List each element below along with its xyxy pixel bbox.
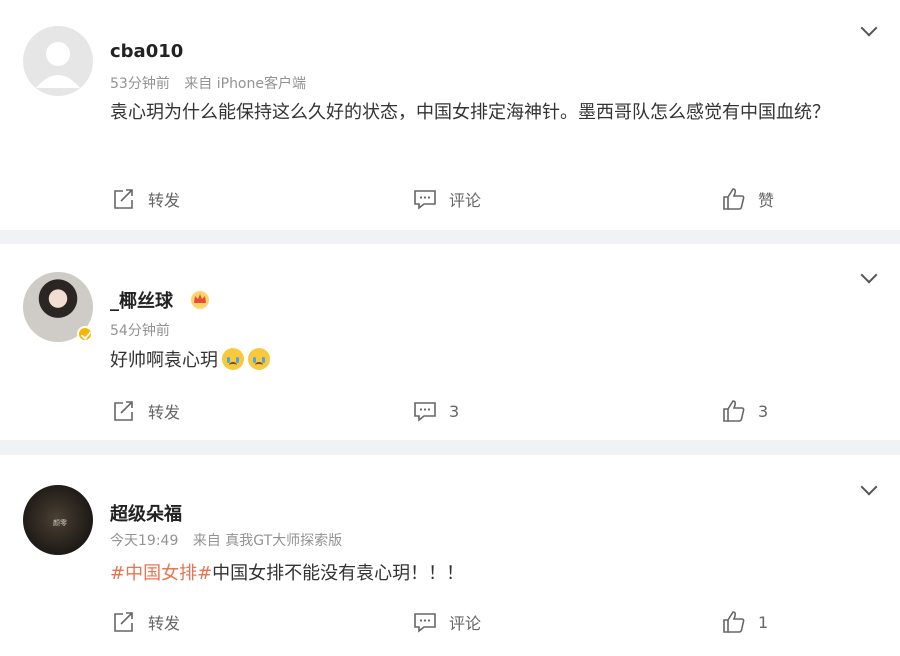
comment-card: cba010 53分钟前 来自 iPhone客户端 袁心玥为什么能保持这么久好的…: [0, 0, 900, 230]
action-bar: 转发 评论 1: [0, 607, 900, 637]
post-meta: 今天19:49 来自 真我GT大师探索版: [110, 530, 352, 550]
username[interactable]: 超级朵福: [110, 500, 182, 526]
comment-button[interactable]: 评论: [413, 184, 481, 214]
comment-button[interactable]: 评论: [413, 607, 481, 637]
comment-card: 颜零 超级朵福 今天19:49 来自 真我GT大师探索版 #中国女排#中国女排不…: [0, 455, 900, 656]
like-count: 1: [758, 612, 769, 632]
share-icon: [114, 189, 133, 209]
thumbs-up-icon: [723, 400, 745, 422]
hashtag-link[interactable]: #中国女排#: [110, 563, 212, 584]
avatar-text: 颜零: [53, 519, 67, 527]
forward-button[interactable]: 转发: [112, 607, 180, 637]
username[interactable]: _椰丝球: [110, 287, 173, 313]
crying-emoji-icon: [222, 348, 244, 370]
forward-label: 转发: [148, 614, 181, 633]
share-icon: [114, 401, 133, 421]
comment-icon: [414, 190, 436, 210]
post-source: 来自 iPhone客户端: [184, 76, 306, 92]
default-avatar-icon: [36, 42, 80, 88]
comment-text-body: 中国女排不能没有袁心玥！！！: [212, 563, 465, 584]
comment-text: 袁心玥为什么能保持这么久好的状态，中国女排定海神针。墨西哥队怎么感觉有中国血统？: [110, 95, 870, 131]
comment-icon: [414, 613, 436, 633]
comment-text: #中国女排#中国女排不能没有袁心玥！！！: [110, 556, 870, 592]
comment-label: 评论: [449, 614, 482, 633]
post-time: 今天19:49: [110, 533, 179, 549]
post-meta: 53分钟前 来自 iPhone客户端: [110, 73, 316, 93]
comment-text-body: 好帅啊袁心玥: [110, 350, 218, 371]
forward-label: 转发: [148, 403, 181, 422]
forward-button[interactable]: 转发: [112, 184, 180, 214]
share-icon: [114, 612, 133, 632]
like-button[interactable]: 赞: [722, 184, 774, 214]
comment-card: _椰丝球 54分钟前 好帅啊袁心玥 转发 3 3: [0, 244, 900, 440]
like-button[interactable]: 1: [722, 607, 768, 637]
comment-text-body: 袁心玥为什么能保持这么久好的状态，中国女排定海神针。墨西哥队怎么感觉有中国血统？: [110, 102, 830, 123]
post-time: 54分钟前: [110, 323, 170, 339]
verified-badge-icon: [77, 326, 93, 342]
avatar[interactable]: [23, 26, 93, 96]
comment-text: 好帅啊袁心玥: [110, 343, 870, 379]
comment-button[interactable]: 3: [413, 396, 459, 426]
chevron-down-icon[interactable]: [860, 266, 878, 284]
crying-emoji-icon: [248, 348, 270, 370]
chevron-down-icon[interactable]: [860, 478, 878, 496]
thumbs-up-icon: [723, 611, 745, 633]
comment-label: 评论: [449, 191, 482, 210]
action-bar: 转发 3 3: [0, 396, 900, 426]
thumbs-up-icon: [723, 188, 745, 210]
post-meta: 54分钟前: [110, 320, 180, 340]
forward-button[interactable]: 转发: [112, 396, 180, 426]
like-label: 赞: [758, 191, 775, 210]
avatar[interactable]: 颜零: [23, 485, 93, 555]
crown-icon: [191, 291, 209, 309]
like-button[interactable]: 3: [722, 396, 768, 426]
comment-icon: [414, 402, 436, 422]
comment-feed: cba010 53分钟前 来自 iPhone客户端 袁心玥为什么能保持这么久好的…: [0, 0, 900, 656]
username[interactable]: cba010: [110, 41, 183, 62]
comment-count: 3: [449, 401, 460, 421]
chevron-down-icon[interactable]: [860, 19, 878, 37]
action-bar: 转发 评论 赞: [0, 184, 900, 214]
post-source: 来自 真我GT大师探索版: [192, 533, 343, 549]
post-time: 53分钟前: [110, 76, 170, 92]
forward-label: 转发: [148, 191, 181, 210]
like-count: 3: [758, 401, 769, 421]
